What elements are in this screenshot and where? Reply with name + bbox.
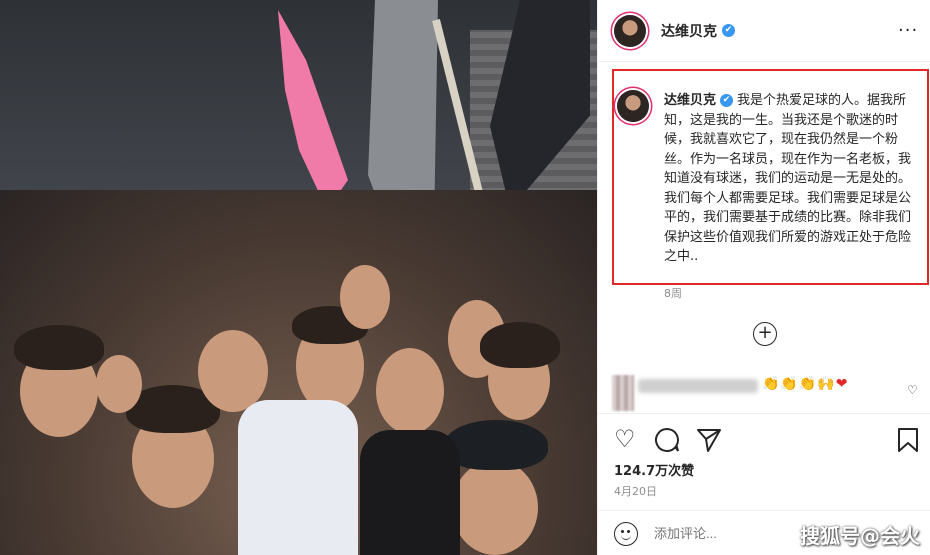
like-icon[interactable]: ♡ xyxy=(614,425,636,453)
comment-row: 👏👏👏🙌❤ ♡ xyxy=(612,375,922,415)
caption: 达维贝克 ✔ 我是个热爱足球的人。据我所知，这是我的一生。当我还是个歌迷的时候，我就… xyxy=(664,91,914,267)
crowd-face xyxy=(452,460,538,555)
action-bar: ♡ xyxy=(614,425,919,453)
crowd-hair xyxy=(14,325,104,370)
heart-emoji: ❤ xyxy=(835,376,849,392)
post-time-ago[interactable]: 8周 xyxy=(664,285,682,301)
crowd-hair xyxy=(480,322,560,368)
share-icon[interactable] xyxy=(696,427,722,453)
header-username[interactable]: 达维贝克 xyxy=(661,21,717,41)
load-more-comments-button[interactable]: + xyxy=(753,322,777,346)
more-icon[interactable]: ··· xyxy=(898,20,918,41)
verified-icon: ✔ xyxy=(720,94,734,107)
comment-avatar-blurred[interactable] xyxy=(612,375,634,411)
caption-highlight: 达维贝克 ✔ 我是个热爱足球的人。据我所知，这是我的一生。当我还是个歌迷的时候，我就… xyxy=(612,69,929,285)
caption-avatar[interactable] xyxy=(617,90,649,122)
comment-icon[interactable] xyxy=(654,427,680,453)
post-panel: 达维贝克 ✔ ··· 达维贝克 ✔ 我是个热爱足球的人。据我所知，这是我的一生。当我… xyxy=(597,0,930,555)
comment-emoji: 👏👏👏🙌❤ xyxy=(762,376,849,392)
divider xyxy=(598,413,930,414)
caption-username[interactable]: 达维贝克 xyxy=(664,93,716,108)
crowd-face xyxy=(340,265,390,329)
post-header: 达维贝克 ✔ ··· xyxy=(598,0,930,62)
comment-like-icon[interactable]: ♡ xyxy=(907,383,918,397)
profile-avatar[interactable] xyxy=(614,15,646,47)
watermark: 搜狐号@会火 xyxy=(800,524,920,548)
white-shirt xyxy=(238,400,358,555)
divider xyxy=(598,510,930,511)
emoji-icon[interactable] xyxy=(614,522,638,546)
caption-text: 我是个热爱足球的人。据我所知，这是我的一生。当我还是个歌迷的时候，我就喜欢它了，… xyxy=(664,93,912,264)
crowd-face xyxy=(198,330,268,412)
post-photo[interactable] xyxy=(0,0,597,555)
verified-icon: ✔ xyxy=(722,24,735,37)
black-jacket xyxy=(360,430,460,555)
likes-count[interactable]: 124.7万次赞 xyxy=(614,460,694,479)
post-date[interactable]: 4月20日 xyxy=(614,483,657,499)
crowd-face xyxy=(376,348,444,434)
save-icon[interactable] xyxy=(896,427,920,453)
crowd-face xyxy=(96,355,142,413)
comment-text-blurred xyxy=(638,379,758,393)
